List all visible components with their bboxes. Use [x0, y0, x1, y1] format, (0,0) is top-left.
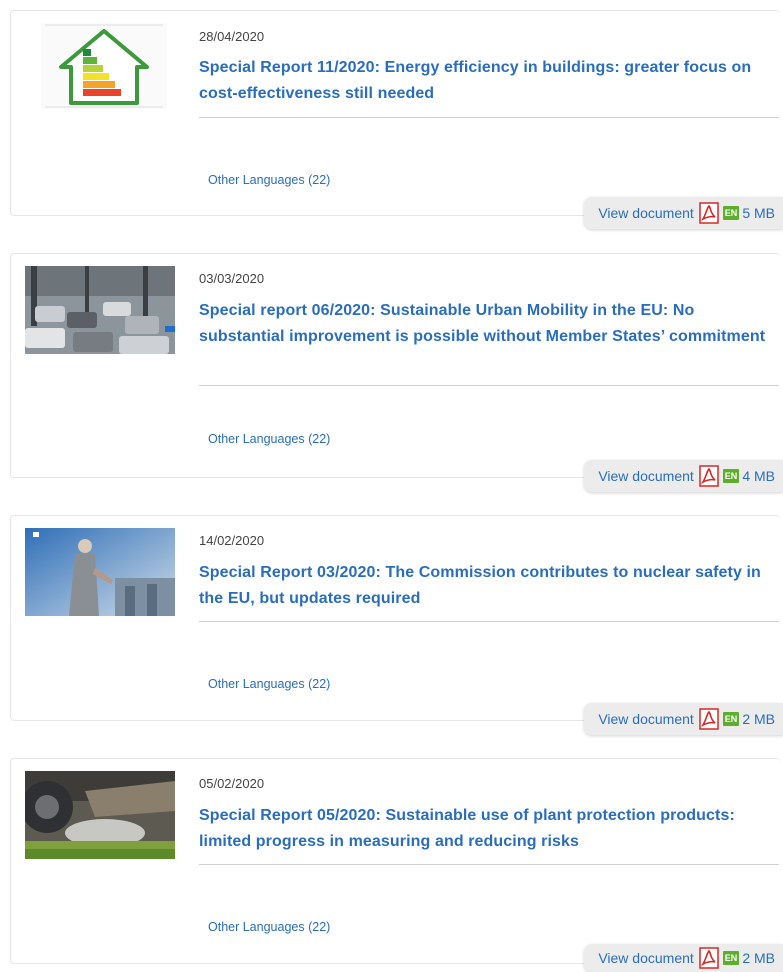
- pdf-icon: [699, 708, 719, 730]
- file-size: 2 MB: [742, 711, 775, 727]
- pdf-icon: [699, 947, 719, 969]
- view-document-label: View document: [598, 468, 694, 484]
- file-size: 5 MB: [742, 205, 775, 221]
- view-document-button[interactable]: View document EN 2 MB: [584, 944, 783, 972]
- view-document-button[interactable]: View document EN 5 MB: [584, 197, 783, 229]
- language-badge: EN: [722, 951, 740, 965]
- document-title-link[interactable]: Special Report 11/2020: Energy efficienc…: [199, 55, 775, 107]
- language-badge: EN: [722, 469, 740, 483]
- document-thumbnail[interactable]: [41, 23, 167, 109]
- crop-spraying-photo: [25, 771, 175, 859]
- document-date: 28/04/2020: [199, 29, 265, 44]
- other-languages-link[interactable]: Other Languages (22): [208, 173, 330, 187]
- other-languages-link[interactable]: Other Languages (22): [208, 677, 330, 691]
- energy-house-icon: [41, 23, 167, 109]
- other-languages-link[interactable]: Other Languages (22): [208, 432, 330, 446]
- view-document-label: View document: [598, 711, 694, 727]
- document-thumbnail[interactable]: [25, 266, 175, 354]
- language-badge: EN: [722, 206, 740, 220]
- view-document-label: View document: [598, 205, 694, 221]
- divider: [199, 864, 779, 865]
- nuclear-plant-photo: [25, 528, 175, 616]
- document-card: 14/02/2020 Special Report 03/2020: The C…: [10, 515, 780, 721]
- view-document-label: View document: [598, 950, 694, 966]
- document-card: 28/04/2020 Special Report 11/2020: Energ…: [10, 10, 780, 216]
- divider: [199, 385, 779, 386]
- language-badge: EN: [722, 712, 740, 726]
- view-document-button[interactable]: View document EN 4 MB: [584, 460, 783, 492]
- document-thumbnail[interactable]: [25, 771, 175, 859]
- document-title-link[interactable]: Special report 06/2020: Sustainable Urba…: [199, 298, 775, 350]
- document-title-link[interactable]: Special Report 05/2020: Sustainable use …: [199, 803, 775, 855]
- file-size: 2 MB: [742, 950, 775, 966]
- traffic-photo: [25, 266, 175, 354]
- document-thumbnail[interactable]: [25, 528, 175, 616]
- divider: [199, 621, 779, 622]
- document-date: 14/02/2020: [199, 533, 265, 548]
- divider: [199, 117, 779, 118]
- file-size: 4 MB: [742, 468, 775, 484]
- document-date: 05/02/2020: [199, 776, 265, 791]
- other-languages-link[interactable]: Other Languages (22): [208, 920, 330, 934]
- pdf-icon: [699, 202, 719, 224]
- pdf-icon: [699, 465, 719, 487]
- document-date: 03/03/2020: [199, 271, 265, 286]
- document-card: 03/03/2020 Special report 06/2020: Susta…: [10, 253, 780, 478]
- document-card: 05/02/2020 Special Report 05/2020: Susta…: [10, 758, 780, 964]
- document-title-link[interactable]: Special Report 03/2020: The Commission c…: [199, 560, 775, 612]
- view-document-button[interactable]: View document EN 2 MB: [584, 703, 783, 735]
